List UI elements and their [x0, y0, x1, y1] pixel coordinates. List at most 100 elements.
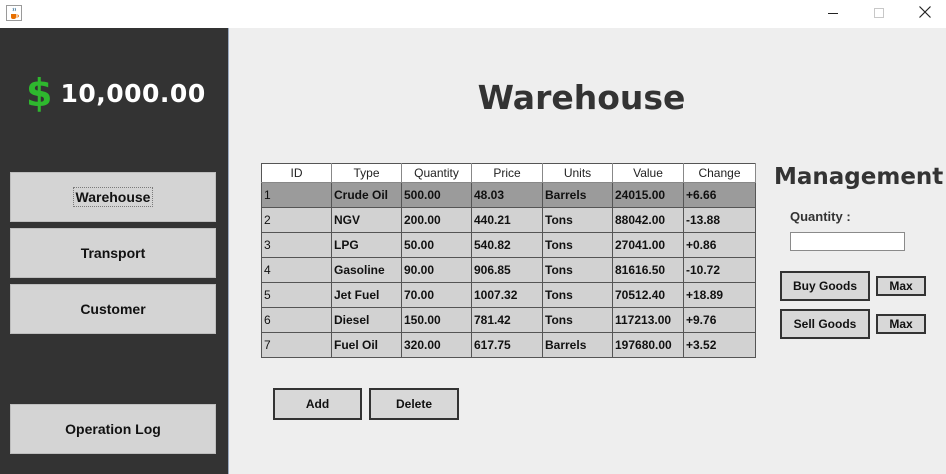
table-cell-price[interactable]: 48.03 — [471, 182, 543, 208]
sidebar: $ 10,000.00 Warehouse Transport Customer… — [0, 28, 228, 474]
delete-button-label: Delete — [395, 397, 433, 411]
table-cell-units[interactable]: Barrels — [542, 182, 613, 208]
table-cell-change[interactable]: -10.72 — [683, 257, 756, 283]
maximize-button[interactable] — [856, 0, 902, 26]
table-cell-price[interactable]: 440.21 — [471, 207, 543, 233]
minimize-icon — [827, 4, 839, 23]
table-cell-value[interactable]: 117213.00 — [612, 307, 684, 333]
table-cell-change[interactable]: +3.52 — [683, 332, 756, 358]
table-row[interactable]: 7 Fuel Oil 320.00 617.75 Barrels 197680.00 +3.… — [261, 332, 756, 358]
table-row[interactable]: 4 Gasoline 90.00 906.85 Tons 81616.50 -10.72 — [261, 257, 756, 283]
table-cell-type[interactable]: Crude Oil — [331, 182, 402, 208]
table-cell-change[interactable]: +0.86 — [683, 232, 756, 258]
table-cell-id[interactable]: 7 — [261, 332, 332, 358]
table-row[interactable]: 2 NGV 200.00 440.21 Tons 88042.00 -13.88 — [261, 207, 756, 233]
buy-max-label: Max — [889, 279, 913, 293]
table-row[interactable]: 3 LPG 50.00 540.82 Tons 27041.00 +0.86 — [261, 232, 756, 258]
table-cell-units[interactable]: Tons — [542, 307, 613, 333]
table-cell-price[interactable]: 1007.32 — [471, 282, 543, 308]
table-cell-value[interactable]: 27041.00 — [612, 232, 684, 258]
table-cell-quantity[interactable]: 500.00 — [401, 182, 472, 208]
close-icon — [918, 4, 932, 23]
table-cell-change[interactable]: +6.66 — [683, 182, 756, 208]
sell-max-button[interactable]: Max — [876, 314, 926, 334]
table-cell-units[interactable]: Tons — [542, 232, 613, 258]
column-header-change[interactable]: Change — [683, 163, 756, 183]
table-cell-value[interactable]: 81616.50 — [612, 257, 684, 283]
table-cell-units[interactable]: Barrels — [542, 332, 613, 358]
table-cell-id[interactable]: 3 — [261, 232, 332, 258]
table-cell-id[interactable]: 1 — [261, 182, 332, 208]
sell-goods-button[interactable]: Sell Goods — [780, 309, 870, 339]
table-cell-price[interactable]: 781.42 — [471, 307, 543, 333]
balance-amount: 10,000.00 — [60, 78, 206, 108]
column-header-type[interactable]: Type — [331, 163, 402, 183]
quantity-input[interactable] — [790, 232, 905, 251]
main-panel: Warehouse ID Type Quantity Price Units V… — [229, 28, 946, 474]
table-cell-type[interactable]: Fuel Oil — [331, 332, 402, 358]
table-cell-quantity[interactable]: 320.00 — [401, 332, 472, 358]
minimize-button[interactable] — [810, 0, 856, 26]
table-cell-change[interactable]: +9.76 — [683, 307, 756, 333]
column-header-price[interactable]: Price — [471, 163, 543, 183]
nav-customer-button[interactable]: Customer — [10, 284, 216, 334]
page-title: Warehouse — [477, 78, 686, 117]
table-cell-quantity[interactable]: 70.00 — [401, 282, 472, 308]
table-cell-price[interactable]: 906.85 — [471, 257, 543, 283]
table-cell-type[interactable]: Gasoline — [331, 257, 402, 283]
table-cell-units[interactable]: Tons — [542, 257, 613, 283]
table-cell-id[interactable]: 4 — [261, 257, 332, 283]
buy-goods-label: Buy Goods — [792, 279, 857, 293]
balance-display: $ 10,000.00 — [26, 68, 206, 118]
nav-warehouse-label: Warehouse — [72, 187, 154, 207]
table-cell-units[interactable]: Tons — [542, 282, 613, 308]
operation-log-label: Operation Log — [65, 421, 161, 437]
table-cell-id[interactable]: 2 — [261, 207, 332, 233]
nav-transport-label: Transport — [80, 245, 146, 261]
table-cell-change[interactable]: +18.89 — [683, 282, 756, 308]
dollar-icon: $ — [26, 71, 53, 115]
table-cell-type[interactable]: Jet Fuel — [331, 282, 402, 308]
table-cell-price[interactable]: 617.75 — [471, 332, 543, 358]
nav-customer-label: Customer — [80, 301, 146, 317]
quantity-label: Quantity : — [790, 209, 851, 224]
table-cell-type[interactable]: LPG — [331, 232, 402, 258]
title-bar — [0, 0, 946, 28]
nav-warehouse-button[interactable]: Warehouse — [10, 172, 216, 222]
table-cell-value[interactable]: 24015.00 — [612, 182, 684, 208]
sell-goods-label: Sell Goods — [793, 317, 857, 331]
close-button[interactable] — [902, 0, 946, 26]
operation-log-button[interactable]: Operation Log — [10, 404, 216, 454]
table-cell-quantity[interactable]: 150.00 — [401, 307, 472, 333]
management-title: Management — [774, 164, 944, 190]
buy-goods-button[interactable]: Buy Goods — [780, 271, 870, 301]
buy-max-button[interactable]: Max — [876, 276, 926, 296]
table-cell-change[interactable]: -13.88 — [683, 207, 756, 233]
table-cell-quantity[interactable]: 200.00 — [401, 207, 472, 233]
table-row[interactable]: 6 Diesel 150.00 781.42 Tons 117213.00 +9.76 — [261, 307, 756, 333]
column-header-value[interactable]: Value — [612, 163, 684, 183]
table-row[interactable]: 5 Jet Fuel 70.00 1007.32 Tons 70512.40 +18.89 — [261, 282, 756, 308]
table-cell-id[interactable]: 6 — [261, 307, 332, 333]
warehouse-table: ID Type Quantity Price Units Value Chang… — [261, 163, 756, 358]
table-cell-value[interactable]: 197680.00 — [612, 332, 684, 358]
column-header-id[interactable]: ID — [261, 163, 332, 183]
table-header-row: ID Type Quantity Price Units Value Chang… — [261, 163, 756, 183]
table-cell-quantity[interactable]: 50.00 — [401, 232, 472, 258]
table-cell-value[interactable]: 70512.40 — [612, 282, 684, 308]
column-header-quantity[interactable]: Quantity — [401, 163, 472, 183]
delete-button[interactable]: Delete — [369, 388, 459, 420]
table-row[interactable]: 1 Crude Oil 500.00 48.03 Barrels 24015.00 +6.6… — [261, 182, 756, 208]
sell-max-label: Max — [889, 317, 913, 331]
table-cell-quantity[interactable]: 90.00 — [401, 257, 472, 283]
table-cell-units[interactable]: Tons — [542, 207, 613, 233]
column-header-units[interactable]: Units — [542, 163, 613, 183]
table-cell-type[interactable]: NGV — [331, 207, 402, 233]
table-cell-id[interactable]: 5 — [261, 282, 332, 308]
table-cell-type[interactable]: Diesel — [331, 307, 402, 333]
nav-transport-button[interactable]: Transport — [10, 228, 216, 278]
table-cell-value[interactable]: 88042.00 — [612, 207, 684, 233]
add-button[interactable]: Add — [273, 388, 362, 420]
maximize-icon — [873, 4, 885, 23]
table-cell-price[interactable]: 540.82 — [471, 232, 543, 258]
